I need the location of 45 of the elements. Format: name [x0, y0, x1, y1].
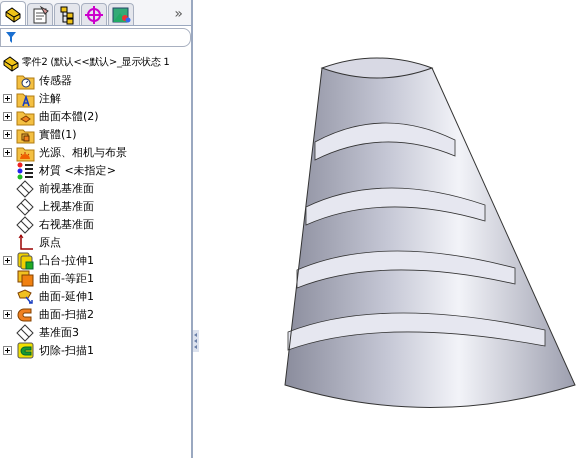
crosshair-icon	[84, 4, 104, 24]
plane-icon	[16, 178, 35, 198]
tree-item[interactable]: 上视基准面	[39, 198, 94, 214]
panel-tab[interactable]	[27, 3, 53, 25]
extend-surface-icon	[16, 286, 35, 306]
cut-sweep-icon	[16, 340, 35, 360]
expand-toggle[interactable]	[3, 256, 12, 264]
origin-icon	[16, 232, 35, 252]
plane-icon	[16, 196, 35, 216]
tree-item[interactable]: 注解	[39, 90, 61, 106]
tree-item[interactable]: 光源、相机与布景	[39, 144, 127, 160]
filter-field[interactable]	[0, 28, 191, 47]
tree-item[interactable]: 材質 <未指定>	[39, 162, 116, 178]
tree-item[interactable]: 凸台-拉伸1	[39, 252, 94, 268]
tree-item[interactable]: 實體(1)	[39, 126, 77, 142]
filter-icon	[6, 32, 16, 43]
tree-item[interactable]: 切除-扫描1	[39, 342, 94, 358]
panel-tab[interactable]	[0, 1, 26, 25]
arrows-icon	[193, 332, 198, 350]
expand-toggle[interactable]	[3, 112, 12, 120]
tree-item[interactable]: 曲面-等距1	[39, 270, 94, 286]
tree-item[interactable]: 右视基准面	[39, 216, 94, 232]
offset-surface-icon	[16, 268, 35, 288]
panel-tab[interactable]	[54, 3, 80, 25]
tree-item[interactable]: 传感器	[39, 72, 72, 88]
plane-icon	[16, 214, 35, 234]
extrude-icon	[16, 250, 35, 270]
plane-icon	[16, 322, 35, 342]
tree-item[interactable]: 曲面本體(2)	[39, 108, 99, 124]
expand-toggle[interactable]	[3, 346, 12, 354]
panel-tab[interactable]	[108, 3, 134, 25]
tree-item[interactable]: 曲面-扫描2	[39, 306, 94, 322]
panel-resize-handle[interactable]	[193, 330, 199, 352]
material-icon	[16, 160, 35, 180]
tree-item[interactable]: 曲面-延伸1	[39, 288, 94, 304]
tree-item[interactable]: 原点	[39, 234, 61, 250]
expand-toggle[interactable]	[3, 148, 12, 156]
tree-item[interactable]: 基准面3	[39, 324, 79, 340]
expand-toggle[interactable]	[3, 130, 12, 138]
tree-item[interactable]: 零件2 (默认<<默认>_显示状态 1	[22, 55, 170, 69]
expand-toggle[interactable]	[3, 94, 12, 102]
scene-icon	[111, 4, 131, 24]
expand-chevron[interactable]: »	[174, 6, 183, 22]
expand-toggle[interactable]	[3, 310, 12, 318]
tree-item[interactable]: 前视基准面	[39, 180, 94, 196]
